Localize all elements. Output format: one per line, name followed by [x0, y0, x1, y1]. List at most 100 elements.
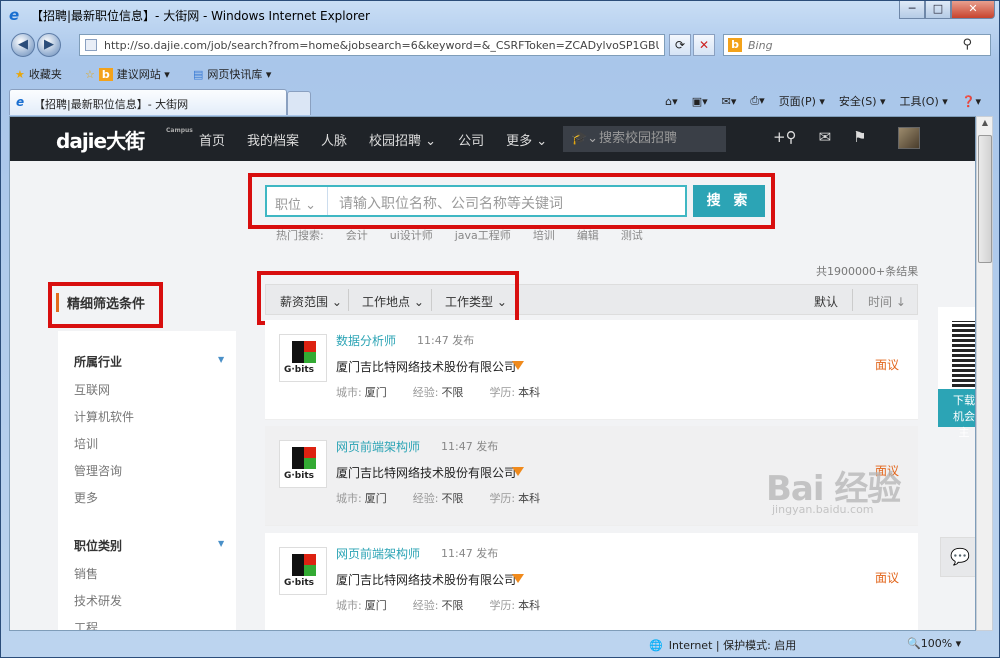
safety-menu[interactable]: 安全(S) ▾: [839, 93, 886, 109]
address-bar[interactable]: http://so.dajie.com/job/search?from=home…: [79, 34, 665, 56]
page-menu[interactable]: 页面(P) ▾: [779, 93, 825, 109]
help-menu[interactable]: ❓▾: [962, 95, 981, 108]
filter-title: 精细筛选条件: [56, 293, 145, 312]
close-button[interactable]: ✕: [951, 1, 995, 19]
search-placeholder: Bing: [748, 39, 773, 52]
web-slice-label: 网页快讯库 ▾: [207, 68, 272, 81]
job-search-input[interactable]: 请输入职位名称、公司名称等关键词: [339, 193, 563, 213]
mail-icon[interactable]: ✉▾: [722, 95, 737, 108]
back-button[interactable]: ◀: [11, 33, 35, 57]
address-text: http://so.dajie.com/job/search?from=home…: [104, 39, 659, 52]
favorites-button[interactable]: ★ 收藏夹: [15, 66, 62, 82]
site-logo[interactable]: dajie大街 Campus: [56, 125, 193, 154]
nav-home[interactable]: 首页: [199, 130, 225, 149]
company-logo[interactable]: G·bits: [279, 334, 327, 382]
sort-default[interactable]: 默认: [814, 293, 838, 310]
company-logo[interactable]: G·bits: [279, 547, 327, 595]
watermark-url: jingyan.baidu.com: [772, 503, 874, 516]
search-button[interactable]: 搜 索: [693, 185, 765, 217]
stop-button[interactable]: ✕: [693, 34, 715, 56]
job-card[interactable]: G·bits 网页前端架构师 11:47 发布 厦门吉比特网络技术股份有限公司 …: [265, 533, 918, 630]
hot-term[interactable]: 培训: [533, 227, 555, 243]
search-box[interactable]: b Bing ⚲: [723, 34, 991, 56]
search-icon[interactable]: ⚲: [962, 37, 972, 52]
baidu-watermark: Bai 经验 jingyan.baidu.com: [766, 461, 901, 516]
scroll-thumb[interactable]: [978, 135, 992, 263]
print-icon[interactable]: ⎙▾: [750, 94, 764, 108]
nav-company[interactable]: 公司: [458, 130, 484, 149]
hot-term[interactable]: 编辑: [577, 227, 599, 243]
job-search-box[interactable]: 职位 ⌄ 请输入职位名称、公司名称等关键词: [265, 185, 687, 217]
feeds-icon[interactable]: ▣▾: [692, 95, 708, 108]
app-qr-panel[interactable]: 下载 机会主: [938, 307, 975, 439]
tab-row: e 【招聘|最新职位信息】- 大街网 ⌂▾ ▣▾ ✉▾ ⎙▾ 页面(P) ▾ 安…: [1, 87, 1000, 115]
category-item[interactable]: 销售: [74, 565, 98, 582]
home-icon[interactable]: ⌂▾: [665, 95, 678, 108]
hot-term[interactable]: 测试: [621, 227, 643, 243]
refresh-button[interactable]: ⟳: [669, 34, 691, 56]
filter-list: 所属行业 ▼ 互联网 计算机软件 培训 管理咨询 更多 职位类别 ▼ 销售 技术…: [58, 331, 236, 630]
filter-sidebar: 精细筛选条件 所属行业 ▼ 互联网 计算机软件 培训 管理咨询 更多 职位类别 …: [48, 281, 236, 630]
security-zone[interactable]: 🌐 Internet | 保护模式: 启用: [649, 637, 796, 653]
industry-more[interactable]: 更多: [74, 489, 98, 506]
nav-network[interactable]: 人脉: [321, 130, 347, 149]
hot-term[interactable]: ui设计师: [390, 227, 433, 243]
tab-active[interactable]: e 【招聘|最新职位信息】- 大街网: [9, 89, 287, 115]
globe-icon: 🌐: [649, 638, 663, 652]
vertical-scrollbar[interactable]: ▲: [976, 116, 993, 631]
vip-badge-icon: [512, 361, 524, 370]
category-title[interactable]: 职位类别: [74, 537, 122, 554]
hot-label: 热门搜索:: [276, 229, 324, 242]
logo-text: dajie大街: [56, 129, 145, 153]
nav-campus[interactable]: 校园招聘 ⌄: [369, 130, 436, 149]
scroll-up-icon[interactable]: ▲: [978, 118, 992, 132]
web-slice-button[interactable]: ▤ 网页快讯库 ▾: [193, 66, 271, 82]
minimize-button[interactable]: ─: [899, 1, 925, 19]
company-name[interactable]: 厦门吉比特网络技术股份有限公司: [336, 571, 516, 588]
search-category-select[interactable]: 职位 ⌄: [275, 194, 316, 213]
flag-icon[interactable]: ⚑: [853, 128, 866, 146]
location-filter[interactable]: 工作地点 ⌄: [362, 293, 424, 310]
new-tab-button[interactable]: [287, 91, 311, 115]
nav-more[interactable]: 更多 ⌄: [506, 130, 547, 149]
industry-item[interactable]: 计算机软件: [74, 408, 134, 425]
industry-item[interactable]: 互联网: [74, 381, 110, 398]
jobtype-filter[interactable]: 工作类型 ⌄: [445, 293, 507, 310]
zoom-level[interactable]: 🔍100% ▾: [907, 637, 961, 650]
job-city: 厦门: [364, 492, 387, 505]
suggested-sites-button[interactable]: ☆ b 建议网站 ▾: [85, 66, 170, 82]
tools-menu[interactable]: 工具(O) ▾: [900, 93, 948, 109]
forward-button[interactable]: ▶: [37, 33, 61, 57]
download-app-label[interactable]: 下载 机会主: [938, 389, 975, 439]
industry-title[interactable]: 所属行业: [74, 353, 122, 370]
company-logo[interactable]: G·bits: [279, 440, 327, 488]
add-contact-icon[interactable]: +⚲: [773, 128, 797, 146]
avatar[interactable]: [898, 127, 920, 149]
message-icon[interactable]: ✉: [819, 128, 832, 146]
maximize-button[interactable]: □: [925, 1, 951, 19]
campus-search-input[interactable]: 🎓⌄ 搜索校园招聘: [563, 126, 726, 152]
hot-term[interactable]: java工程师: [455, 227, 511, 243]
chat-icon[interactable]: 💬: [940, 537, 975, 577]
industry-toggle-icon[interactable]: ▼: [218, 355, 224, 364]
sort-divider: [852, 289, 853, 311]
category-toggle-icon[interactable]: ▼: [218, 539, 224, 548]
job-card[interactable]: G·bits 数据分析师 11:47 发布 厦门吉比特网络技术股份有限公司 城市…: [265, 320, 918, 420]
company-name[interactable]: 厦门吉比特网络技术股份有限公司: [336, 464, 516, 481]
industry-item[interactable]: 管理咨询: [74, 462, 122, 479]
category-item[interactable]: 工程: [74, 619, 98, 630]
job-title[interactable]: 数据分析师: [336, 332, 396, 349]
category-item[interactable]: 技术研发: [74, 592, 122, 609]
campus-search-placeholder: 搜索校园招聘: [599, 131, 678, 146]
hot-term[interactable]: 会计: [346, 227, 368, 243]
filter-divider: [348, 289, 349, 311]
company-name[interactable]: 厦门吉比特网络技术股份有限公司: [336, 358, 516, 375]
sort-time[interactable]: 时间 ↓: [868, 293, 906, 310]
title-bar: e 【招聘|最新职位信息】- 大街网 - Windows Internet Ex…: [1, 1, 1000, 29]
industry-item[interactable]: 培训: [74, 435, 98, 452]
salary-filter[interactable]: 薪资范围 ⌄: [280, 293, 342, 310]
job-title[interactable]: 网页前端架构师: [336, 545, 420, 562]
nav-profile[interactable]: 我的档案: [247, 130, 299, 149]
job-experience: 不限: [441, 492, 464, 505]
job-title[interactable]: 网页前端架构师: [336, 438, 420, 455]
